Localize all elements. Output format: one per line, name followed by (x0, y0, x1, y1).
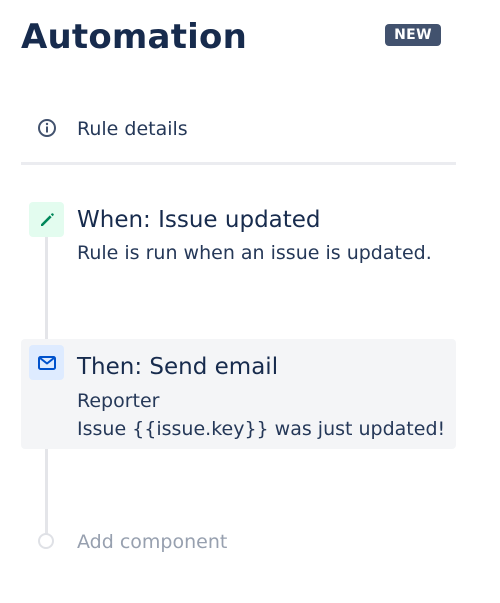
trigger-step-when-issue-updated[interactable]: When: Issue updated Rule is run when an … (21, 196, 456, 274)
step-title: When: Issue updated (77, 207, 321, 233)
action-step-send-email[interactable]: Then: Send email Reporter Issue {{issue.… (21, 339, 456, 449)
rule-details-label: Rule details (77, 118, 188, 140)
step-email-recipient: Reporter (77, 390, 160, 412)
add-component-button[interactable]: Add component (21, 528, 456, 558)
envelope-icon (29, 345, 64, 380)
page-title: Automation (21, 17, 247, 57)
new-badge: NEW (385, 24, 441, 46)
page-header: Automation NEW (21, 14, 441, 64)
add-component-label: Add component (77, 531, 228, 553)
step-title: Then: Send email (77, 354, 279, 380)
pencil-icon (29, 202, 64, 237)
step-email-subject: Issue {{issue.key}} was just updated! (77, 418, 446, 440)
divider (21, 162, 456, 165)
rule-details-link[interactable]: Rule details (21, 110, 456, 150)
empty-circle-icon (38, 533, 54, 549)
info-icon (37, 118, 57, 138)
step-description: Rule is run when an issue is updated. (77, 242, 432, 264)
